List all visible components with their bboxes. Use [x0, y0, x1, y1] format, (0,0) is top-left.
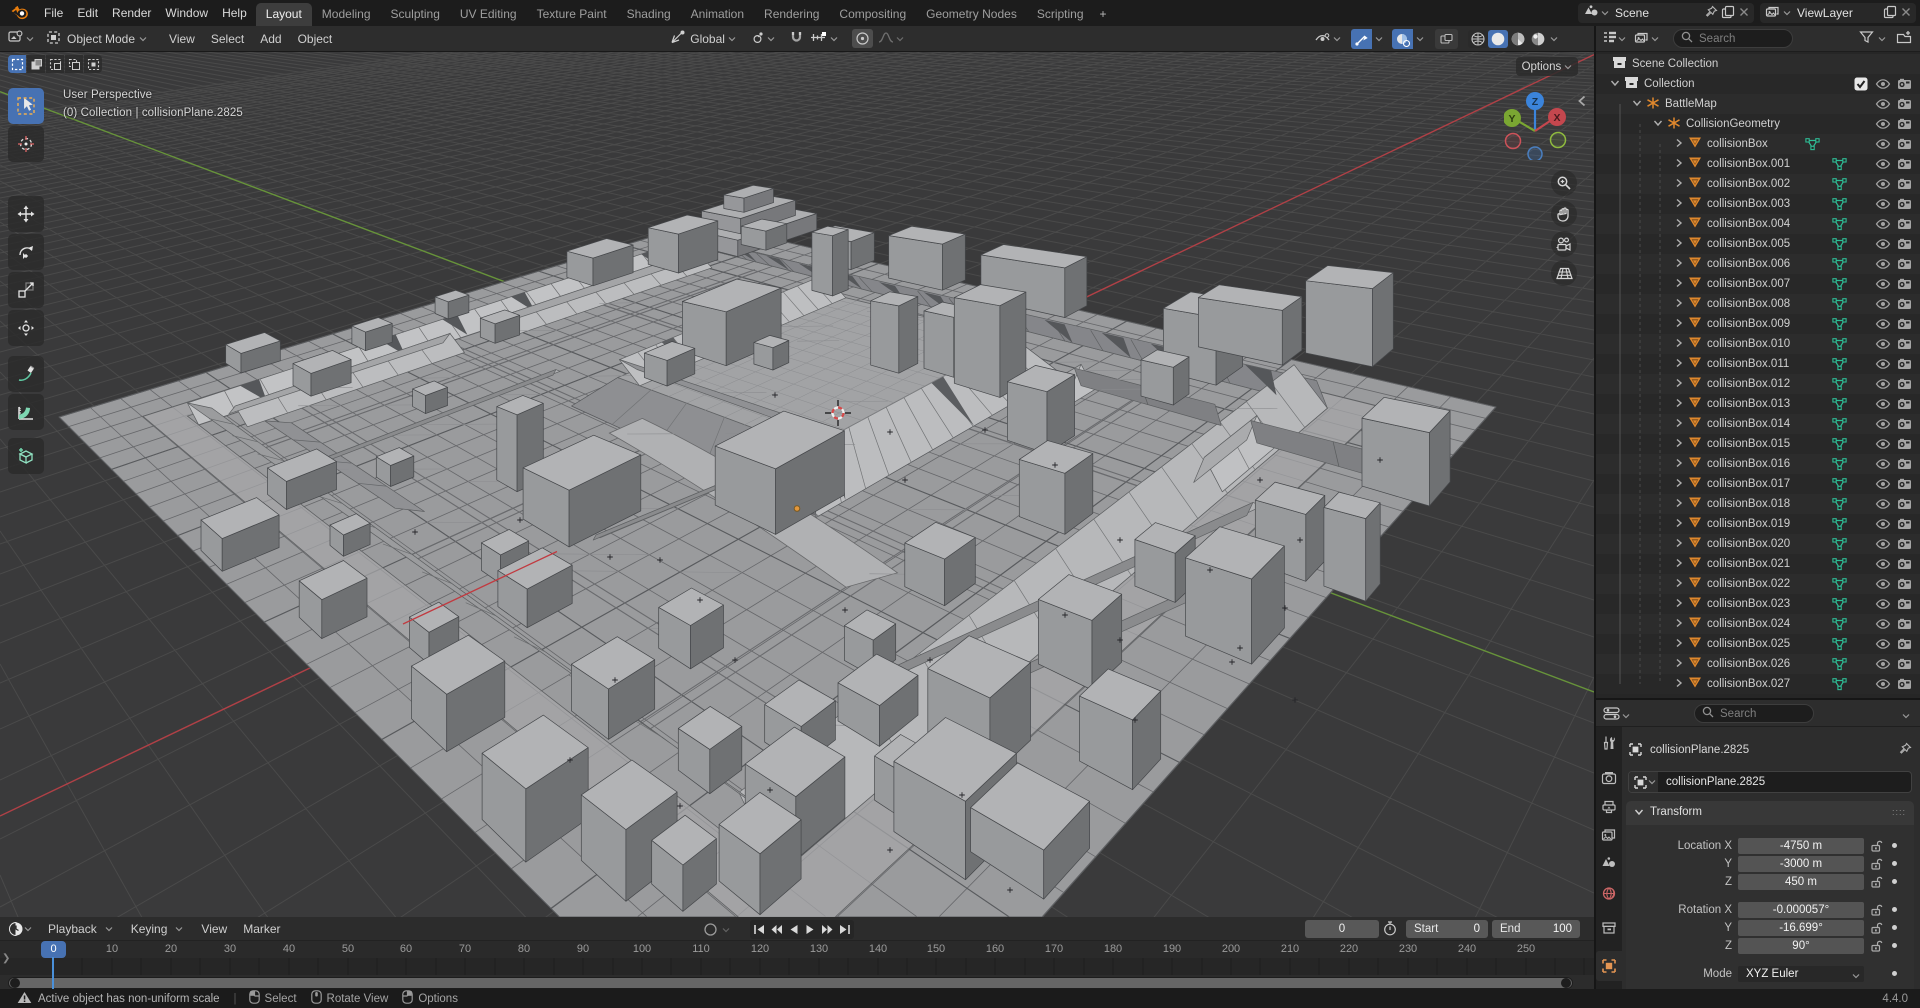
- svg-text:X: X: [1553, 112, 1560, 124]
- svg-text:Z: Z: [1532, 96, 1539, 108]
- svg-text:Y: Y: [1508, 113, 1515, 125]
